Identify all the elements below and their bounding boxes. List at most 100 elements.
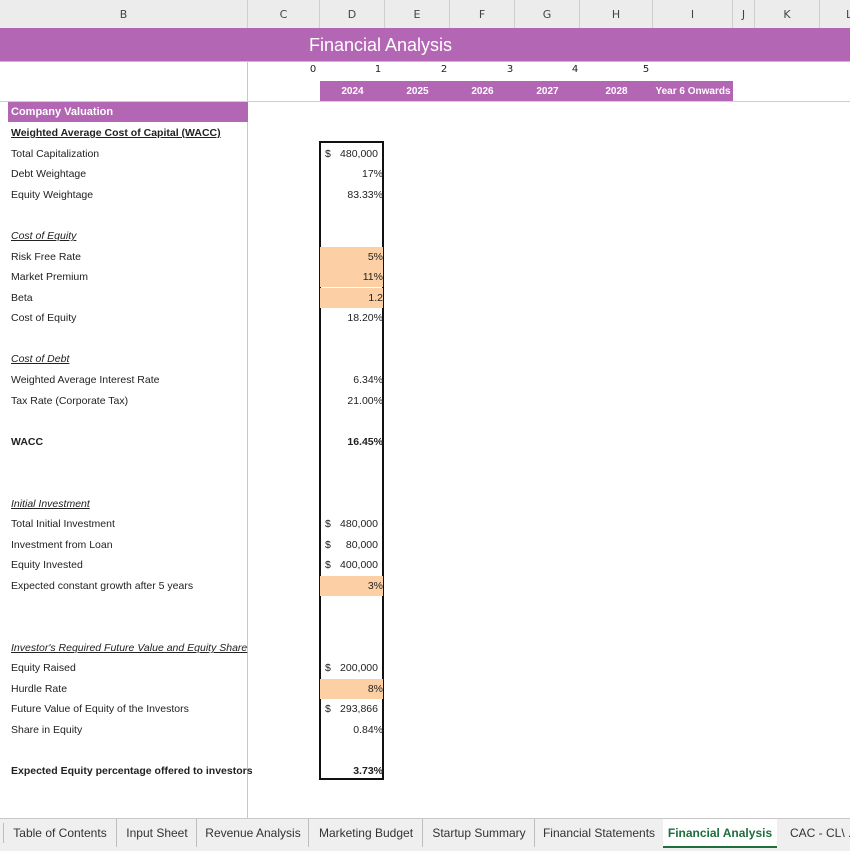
sheet-tab-financial-statements[interactable]: Financial Statements [534, 819, 663, 847]
page-title: Financial Analysis [308, 35, 453, 55]
year-header-2027: 2027 [536, 86, 559, 97]
row-value-weighted-average-interest-rate[interactable]: 6.34% [320, 370, 383, 390]
value-number: 16.45% [347, 436, 383, 448]
row-value-cost-of-equity[interactable]: 18.20% [320, 308, 383, 328]
row-label-cost-of-debt[interactable]: Cost of Debt [11, 349, 69, 369]
row-value-risk-free-rate[interactable]: 5% [320, 247, 383, 267]
currency-symbol: $ [325, 662, 331, 674]
value-number: 400,000 [340, 559, 378, 571]
currency-symbol: $ [325, 559, 331, 571]
value-number: 11% [362, 271, 383, 283]
row-value-tax-rate-corporate-tax[interactable]: 21.00% [320, 391, 383, 411]
row-value-total-initial-investment[interactable]: $480,000 [320, 514, 383, 534]
row-value-beta[interactable]: 1.2 [320, 288, 383, 308]
column-header-g[interactable]: G [515, 0, 580, 28]
row-value-expected-constant-growth-after-5-years[interactable]: 3% [320, 576, 383, 596]
row-label-cost-of-equity[interactable]: Cost of Equity [11, 226, 76, 246]
row-label-weighted-average-cost-of-capital-wacc[interactable]: Weighted Average Cost of Capital (WACC) [11, 123, 221, 143]
row-value-hurdle-rate[interactable]: 8% [320, 679, 383, 699]
period-index-2: 2 [440, 64, 448, 75]
sheet-tab-bar: Table of Contents Input Sheet Revenue An… [0, 818, 850, 851]
value-number: 83.33% [347, 189, 383, 201]
value-number: 8% [367, 683, 383, 695]
period-index-4: 4 [571, 64, 579, 75]
row-label-expected-constant-growth-after-5-years[interactable]: Expected constant growth after 5 years [11, 576, 193, 596]
sheet-tab-cac-clv[interactable]: CAC - CL\ ... [778, 819, 850, 847]
row-label-total-capitalization[interactable]: Total Capitalization [11, 144, 99, 164]
currency-symbol: $ [325, 148, 331, 160]
column-header-row: B C D E F G H I J K L [0, 0, 850, 29]
column-header-l[interactable]: L [820, 0, 850, 28]
row-value-share-in-equity[interactable]: 0.84% [320, 720, 383, 740]
value-number: 293,866 [340, 703, 378, 715]
sheet-tab-revenue-analysis[interactable]: Revenue Analysis [196, 819, 309, 847]
row-label-total-initial-investment[interactable]: Total Initial Investment [11, 514, 115, 534]
sheet-tab-input-sheet[interactable]: Input Sheet [116, 819, 197, 847]
value-number: 18.20% [347, 312, 383, 324]
column-header-h[interactable]: H [580, 0, 653, 28]
row-value-equity-invested[interactable]: $400,000 [320, 555, 383, 575]
column-header-e[interactable]: E [385, 0, 450, 28]
year-header-2025: 2025 [406, 86, 429, 97]
sheet-tab-marketing-budget[interactable]: Marketing Budget [308, 819, 423, 847]
row-label-market-premium[interactable]: Market Premium [11, 267, 88, 287]
row-value-debt-weightage[interactable]: 17% [320, 164, 383, 184]
section-header-company-valuation: Company Valuation [8, 102, 248, 122]
row-label-tax-rate-corporate-tax[interactable]: Tax Rate (Corporate Tax) [11, 391, 128, 411]
value-number: 21.00% [347, 395, 383, 407]
sheet-tab-startup-summary[interactable]: Startup Summary [422, 819, 535, 847]
row-label-beta[interactable]: Beta [11, 288, 33, 308]
row-label-cost-of-equity[interactable]: Cost of Equity [11, 308, 76, 328]
value-number: 0.84% [353, 724, 383, 736]
column-divider [247, 61, 248, 818]
value-number: 80,000 [345, 539, 378, 551]
column-header-d[interactable]: D [320, 0, 385, 28]
row-value-market-premium[interactable]: 11% [320, 267, 383, 287]
column-header-c[interactable]: C [248, 0, 320, 28]
row-value-equity-raised[interactable]: $200,000 [320, 658, 383, 678]
year-header-year6-onwards: Year 6 Onwards [655, 86, 731, 97]
currency-symbol: $ [325, 518, 331, 530]
column-header-j[interactable]: J [733, 0, 755, 28]
value-number: 480,000 [340, 148, 378, 160]
currency-symbol: $ [325, 539, 331, 551]
value-number: 6.34% [353, 374, 383, 386]
currency-symbol: $ [325, 703, 331, 715]
row-label-future-value-of-equity-of-the-investors[interactable]: Future Value of Equity of the Investors [11, 699, 189, 719]
row-label-debt-weightage[interactable]: Debt Weightage [11, 164, 86, 184]
period-index-0: 0 [309, 64, 317, 75]
period-index-5: 5 [642, 64, 650, 75]
row-label-hurdle-rate[interactable]: Hurdle Rate [11, 679, 67, 699]
row-label-investment-from-loan[interactable]: Investment from Loan [11, 535, 113, 555]
row-label-initial-investment[interactable]: Initial Investment [11, 494, 90, 514]
row-value-future-value-of-equity-of-the-investors[interactable]: $293,866 [320, 699, 383, 719]
row-label-share-in-equity[interactable]: Share in Equity [11, 720, 82, 740]
sheet-tab-table-of-contents[interactable]: Table of Contents [4, 819, 116, 847]
value-number: 1.2 [368, 292, 383, 304]
row-label-wacc[interactable]: WACC [11, 432, 43, 452]
column-header-b[interactable]: B [0, 0, 248, 28]
row-value-total-capitalization[interactable]: $480,000 [320, 144, 383, 164]
row-value-equity-weightage[interactable]: 83.33% [320, 185, 383, 205]
year-header-2026: 2026 [471, 86, 494, 97]
value-number: 5% [367, 251, 383, 263]
value-number: 200,000 [340, 662, 378, 674]
row-label-equity-raised[interactable]: Equity Raised [11, 658, 76, 678]
value-number: 3.73% [353, 765, 383, 777]
year-header-2028: 2028 [605, 86, 628, 97]
row-value-wacc[interactable]: 16.45% [320, 432, 383, 452]
row-value-investment-from-loan[interactable]: $80,000 [320, 535, 383, 555]
column-header-f[interactable]: F [450, 0, 515, 28]
value-number: 480,000 [340, 518, 378, 530]
column-header-i[interactable]: I [653, 0, 733, 28]
row-label-expected-equity-percentage-offered-to-investors[interactable]: Expected Equity percentage offered to in… [11, 761, 253, 781]
year-header-2024: 2024 [341, 86, 364, 97]
column-header-k[interactable]: K [755, 0, 820, 28]
row-label-weighted-average-interest-rate[interactable]: Weighted Average Interest Rate [11, 370, 159, 390]
row-label-investor-s-required-future-value-and-equity-share[interactable]: Investor's Required Future Value and Equ… [11, 638, 247, 658]
row-label-equity-invested[interactable]: Equity Invested [11, 555, 83, 575]
sheet-tab-financial-analysis[interactable]: Financial Analysis [663, 819, 777, 848]
row-value-expected-equity-percentage-offered-to-investors[interactable]: 3.73% [320, 761, 383, 781]
row-label-risk-free-rate[interactable]: Risk Free Rate [11, 247, 81, 267]
row-label-equity-weightage[interactable]: Equity Weightage [11, 185, 93, 205]
